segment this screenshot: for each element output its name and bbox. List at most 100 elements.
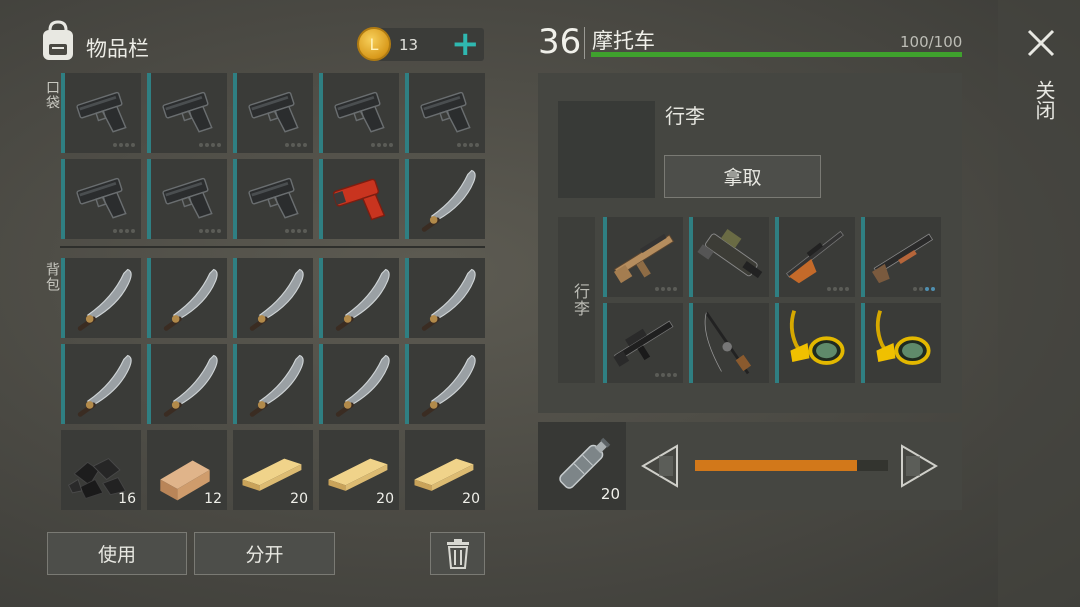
inventory-slot[interactable] — [233, 258, 313, 338]
bottle-quantity: 20 — [600, 485, 620, 503]
arrow-right-icon — [901, 444, 938, 488]
durability-dots — [913, 287, 935, 291]
close-icon — [1027, 29, 1055, 57]
take-button[interactable]: 拿取 — [664, 155, 821, 198]
machete-icon — [335, 354, 390, 417]
durability-dots — [285, 229, 307, 233]
luggage-side-label: 行李 — [571, 283, 590, 317]
inventory-slot[interactable] — [61, 344, 141, 424]
inventory-slot[interactable] — [233, 159, 313, 239]
inventory-slot[interactable] — [319, 73, 399, 153]
trash-icon — [446, 538, 469, 569]
pistol-icon — [248, 91, 299, 133]
durability-dot — [119, 229, 123, 233]
inventory-slot[interactable] — [61, 258, 141, 338]
inventory-slot[interactable] — [233, 73, 313, 153]
close-button[interactable] — [1026, 26, 1056, 64]
durability-dot — [925, 287, 929, 291]
inventory-slot[interactable]: 20 — [405, 430, 485, 510]
decrease-button[interactable] — [641, 444, 679, 488]
durability-dot — [113, 143, 117, 147]
inventory-slot[interactable] — [319, 344, 399, 424]
split-button[interactable]: 分开 — [194, 532, 335, 575]
inventory-slot[interactable] — [405, 344, 485, 424]
durability-dot — [119, 143, 123, 147]
inventory-slot[interactable] — [233, 344, 313, 424]
inventory-slot[interactable] — [405, 258, 485, 338]
inventory-slot[interactable] — [405, 159, 485, 239]
inventory-slot[interactable] — [319, 159, 399, 239]
luggage-slot[interactable] — [689, 217, 769, 297]
pistol-icon — [248, 177, 299, 219]
durability-dot — [285, 229, 289, 233]
durability-dot — [297, 143, 301, 147]
pocket-label: 口袋 — [44, 80, 60, 110]
durability-dot — [377, 143, 381, 147]
durability-dot — [667, 287, 671, 291]
m16-icon — [613, 320, 674, 367]
inventory-slot[interactable]: 20 — [319, 430, 399, 510]
durability-dot — [205, 143, 209, 147]
assault-rifle-icon — [613, 233, 675, 284]
inventory-slot[interactable] — [405, 73, 485, 153]
fishing-rod-icon — [704, 311, 752, 375]
snorkel-mask-icon — [875, 310, 931, 365]
add-coins-button[interactable]: + — [451, 27, 480, 61]
durability-dot — [303, 143, 307, 147]
amount-slider[interactable] — [695, 460, 888, 471]
durability-dot — [457, 143, 461, 147]
durability-dots — [285, 143, 307, 147]
inventory-slot[interactable] — [61, 159, 141, 239]
durability-dot — [291, 143, 295, 147]
increase-button[interactable] — [900, 444, 938, 488]
durability-dot — [389, 143, 393, 147]
durability-dot — [291, 229, 295, 233]
inventory-slot[interactable] — [147, 258, 227, 338]
luggage-slot[interactable] — [775, 217, 855, 297]
durability-dot — [285, 143, 289, 147]
machete-icon — [77, 268, 132, 331]
luggage-slot[interactable] — [861, 217, 941, 297]
durability-dot — [913, 287, 917, 291]
inventory-slot[interactable] — [147, 159, 227, 239]
durability-dot — [297, 229, 301, 233]
use-button[interactable]: 使用 — [47, 532, 187, 575]
durability-dot — [125, 229, 129, 233]
machete-icon — [249, 268, 304, 331]
machete-icon — [421, 268, 476, 331]
trash-button[interactable] — [430, 532, 485, 575]
bottle-slot[interactable]: 20 — [538, 422, 626, 510]
durability-dot — [661, 373, 665, 377]
durability-dot — [469, 143, 473, 147]
luggage-slot[interactable] — [775, 303, 855, 383]
machete-icon — [249, 354, 304, 417]
item-quantity: 16 — [118, 491, 136, 507]
pistol-icon — [420, 91, 471, 133]
close-label[interactable]: 关闭 — [1030, 80, 1059, 120]
inventory-slot[interactable] — [147, 344, 227, 424]
arrow-left-icon — [641, 444, 678, 488]
machete-icon — [77, 354, 132, 417]
luggage-slot[interactable] — [689, 303, 769, 383]
luggage-slot[interactable] — [861, 303, 941, 383]
inventory-slot[interactable] — [61, 73, 141, 153]
durability-dot — [113, 229, 117, 233]
durability-dot — [303, 229, 307, 233]
durability-dot — [199, 229, 203, 233]
machete-icon — [335, 268, 390, 331]
backpack-label: 背包 — [44, 262, 60, 292]
durability-dot — [383, 143, 387, 147]
amount-slider-fill — [695, 460, 858, 471]
inventory-slot[interactable]: 20 — [233, 430, 313, 510]
luggage-image — [558, 101, 655, 198]
durability-dot — [475, 143, 479, 147]
vehicle-hp-bar — [591, 52, 962, 57]
luggage-slot[interactable] — [603, 303, 683, 383]
inventory-slot[interactable] — [147, 73, 227, 153]
pistol-icon — [76, 91, 127, 133]
inventory-slot[interactable] — [319, 258, 399, 338]
inventory-slot[interactable]: 16 — [61, 430, 141, 510]
inventory-slot[interactable]: 12 — [147, 430, 227, 510]
luggage-slot[interactable] — [603, 217, 683, 297]
durability-dots — [113, 229, 135, 233]
